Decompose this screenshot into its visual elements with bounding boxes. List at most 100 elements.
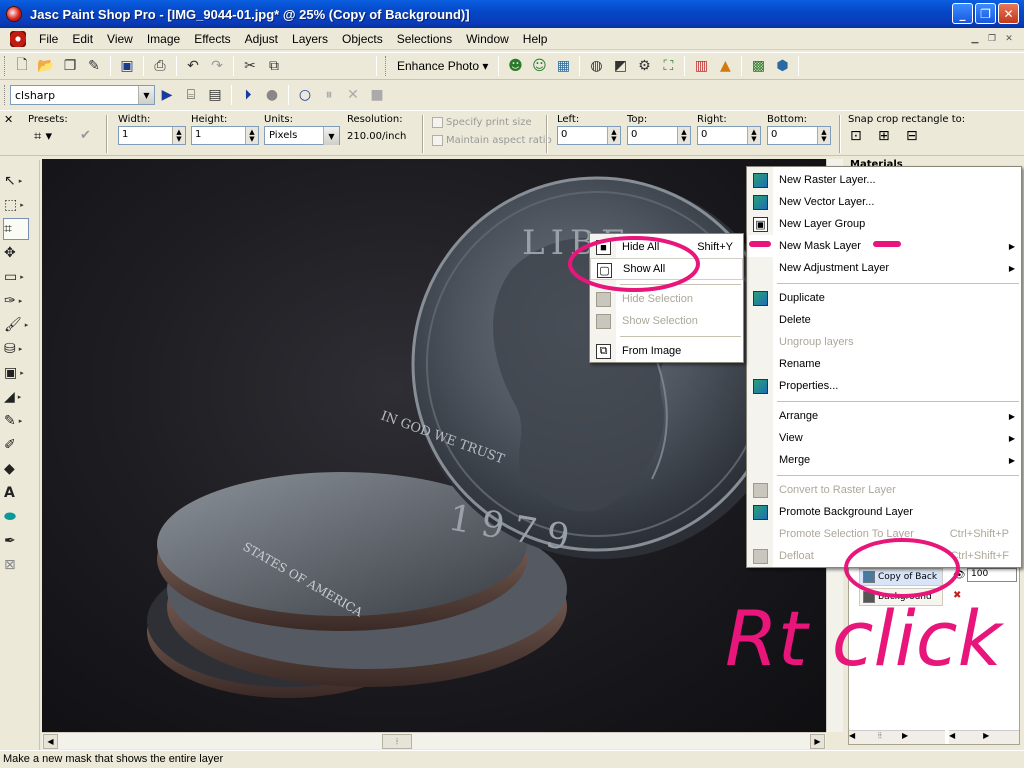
- preset-shape-icon[interactable]: ⬬: [4, 506, 36, 528]
- record-icon[interactable]: ●: [261, 84, 283, 106]
- clone-brush-icon[interactable]: ⛁ ▸: [4, 338, 36, 360]
- menu-item-new-mask-layer[interactable]: New Mask Layer ▶: [747, 235, 1021, 257]
- menu-image[interactable]: Image: [140, 32, 187, 46]
- browse-icon[interactable]: ❐: [59, 55, 81, 77]
- menu-item-promote-background[interactable]: Promote Background Layer: [747, 501, 1021, 523]
- brush-settings-icon[interactable]: ⚙: [633, 55, 655, 77]
- portrait-icon[interactable]: ☺: [528, 55, 550, 77]
- menu-item-view[interactable]: View ▶: [747, 427, 1021, 449]
- doc-minimize-icon[interactable]: ▁: [968, 32, 982, 45]
- maintain-aspect-checkbox[interactable]: Maintain aspect ratio: [432, 135, 552, 146]
- layers-hscroll[interactable]: ◀ ⦙⦙ ▶: [849, 730, 945, 744]
- layer-row[interactable]: Background: [859, 588, 943, 606]
- snap-to-layer-icon[interactable]: ⊞: [878, 128, 890, 144]
- menu-item-hide-selection[interactable]: Hide Selection: [590, 288, 743, 310]
- dropper-tool-icon[interactable]: ✑ ▸: [4, 290, 36, 312]
- run-script-icon[interactable]: ▶: [156, 84, 178, 106]
- visibility-eye-icon[interactable]: 👁: [953, 570, 966, 581]
- right-field[interactable]: 0 ▲ ▼: [697, 126, 761, 145]
- contrast-icon[interactable]: ◩: [609, 55, 631, 77]
- menu-item-delete[interactable]: Delete: [747, 309, 1021, 331]
- landscape-icon[interactable]: ▦: [552, 55, 574, 77]
- rectangle-select-icon[interactable]: ▭ ▸: [4, 266, 36, 288]
- redo-icon[interactable]: ↷: [206, 55, 228, 77]
- stop-icon[interactable]: ■: [366, 84, 388, 106]
- bottom-field[interactable]: 0 ▲ ▼: [767, 126, 831, 145]
- menu-item-ungroup-layers[interactable]: Ungroup layers: [747, 331, 1021, 353]
- menu-item-properties[interactable]: Properties...: [747, 375, 1021, 397]
- dodge-tool-icon[interactable]: ▣ ▸: [4, 362, 36, 384]
- menu-adjust[interactable]: Adjust: [238, 32, 285, 46]
- menu-item-convert-to-raster[interactable]: Convert to Raster Layer: [747, 479, 1021, 501]
- close-button[interactable]: ✕: [998, 3, 1019, 24]
- start-recording-icon[interactable]: ○: [294, 84, 316, 106]
- snap-to-selection-icon[interactable]: ⊡: [850, 128, 862, 144]
- menu-effects[interactable]: Effects: [187, 32, 237, 46]
- pan-tool-icon[interactable]: ↖ ▸: [4, 170, 36, 192]
- menu-item-show-selection[interactable]: Show Selection: [590, 310, 743, 332]
- top-field[interactable]: 0 ▲ ▼: [627, 126, 691, 145]
- opacity-field[interactable]: 100: [967, 568, 1017, 582]
- menu-item-hide-all[interactable]: ■ Hide All Shift+Y: [590, 236, 743, 258]
- copy-icon[interactable]: ⧉: [263, 55, 285, 77]
- save-icon[interactable]: ▣: [116, 55, 138, 77]
- new-file-icon[interactable]: 🗋: [11, 55, 33, 77]
- print-icon[interactable]: ⎙: [149, 55, 171, 77]
- close-palette-icon[interactable]: ✕: [4, 113, 13, 126]
- menu-item-show-all[interactable]: ▢ Show All: [590, 258, 743, 280]
- pen-tool-icon[interactable]: ✒: [4, 530, 36, 552]
- app-icon[interactable]: [6, 6, 22, 22]
- selection-tool-icon[interactable]: ⬚ ▸: [4, 194, 36, 216]
- menu-item-new-raster-layer[interactable]: New Raster Layer...: [747, 169, 1021, 191]
- maximize-button[interactable]: ❐: [975, 3, 996, 24]
- crop-tool-icon[interactable]: ⌗: [3, 218, 29, 240]
- horizontal-scrollbar[interactable]: ◀ ⦙ ▶: [42, 732, 826, 749]
- layer-row[interactable]: Copy of Back: [859, 568, 943, 586]
- menu-item-promote-selection[interactable]: Promote Selection To Layer Ctrl+Shift+P: [747, 523, 1021, 545]
- crop-presets-icon[interactable]: ⌗ ▾: [34, 129, 52, 144]
- deform-tool-icon[interactable]: ⊠: [4, 554, 36, 576]
- scanner-icon[interactable]: ✎: [83, 55, 105, 77]
- enhance-photo-dropdown[interactable]: Enhance Photo ▾: [391, 59, 494, 73]
- menu-view[interactable]: View: [100, 32, 140, 46]
- layers-hscroll-2[interactable]: ◀ ▶: [949, 730, 1019, 744]
- cube-icon[interactable]: ⬢: [771, 55, 793, 77]
- smudge-tool-icon[interactable]: ◢ ▸: [4, 386, 36, 408]
- menu-item-duplicate[interactable]: Duplicate: [747, 287, 1021, 309]
- specify-print-size-checkbox[interactable]: Specify print size: [432, 117, 532, 128]
- menu-edit[interactable]: Edit: [65, 32, 100, 46]
- menu-selections[interactable]: Selections: [390, 32, 459, 46]
- doc-close-icon[interactable]: ✕: [1002, 32, 1016, 45]
- menu-file[interactable]: File: [32, 32, 65, 46]
- fade-correction-icon[interactable]: ◍: [585, 55, 607, 77]
- units-chevron-icon[interactable]: ▼: [323, 127, 339, 145]
- left-field[interactable]: 0 ▲ ▼: [557, 126, 621, 145]
- paint-brush-icon[interactable]: 🖌 ▸: [4, 314, 36, 336]
- menu-item-new-vector-layer[interactable]: New Vector Layer...: [747, 191, 1021, 213]
- pause-icon[interactable]: ⏸: [318, 84, 340, 106]
- units-select[interactable]: Pixels ▼: [264, 126, 340, 145]
- picture-tube-icon[interactable]: ✐: [4, 434, 36, 456]
- minimize-button[interactable]: _: [952, 3, 973, 24]
- edit-script-icon[interactable]: ⌸: [180, 84, 202, 106]
- width-field[interactable]: 1 ▲ ▼: [118, 126, 186, 145]
- scroll-left-icon[interactable]: ◀: [43, 734, 58, 749]
- menu-item-new-layer-group[interactable]: ▣ New Layer Group: [747, 213, 1021, 235]
- menu-item-defloat[interactable]: Defloat Ctrl+Shift+F: [747, 545, 1021, 567]
- menu-item-rename[interactable]: Rename: [747, 353, 1021, 375]
- document-icon[interactable]: [10, 30, 26, 47]
- chevron-down-icon[interactable]: ▼: [138, 86, 154, 104]
- menu-objects[interactable]: Objects: [335, 32, 390, 46]
- height-field[interactable]: 1 ▲ ▼: [191, 126, 259, 145]
- script-output-icon[interactable]: ▤: [204, 84, 226, 106]
- eraser-tool-icon[interactable]: ✎ ▸: [4, 410, 36, 432]
- scroll-right-icon[interactable]: ▶: [810, 734, 825, 749]
- cancel-recording-icon[interactable]: ✕: [342, 84, 364, 106]
- toolbar-grip[interactable]: [4, 56, 7, 76]
- menu-item-from-image[interactable]: ⧉ From Image: [590, 340, 743, 362]
- apply-checkmark-icon[interactable]: ✔: [80, 128, 91, 143]
- run-interactive-icon[interactable]: ⏵: [237, 84, 259, 106]
- menu-help[interactable]: Help: [516, 32, 555, 46]
- snap-to-canvas-icon[interactable]: ⊟: [906, 128, 918, 144]
- move-tool-icon[interactable]: ✥: [4, 242, 36, 264]
